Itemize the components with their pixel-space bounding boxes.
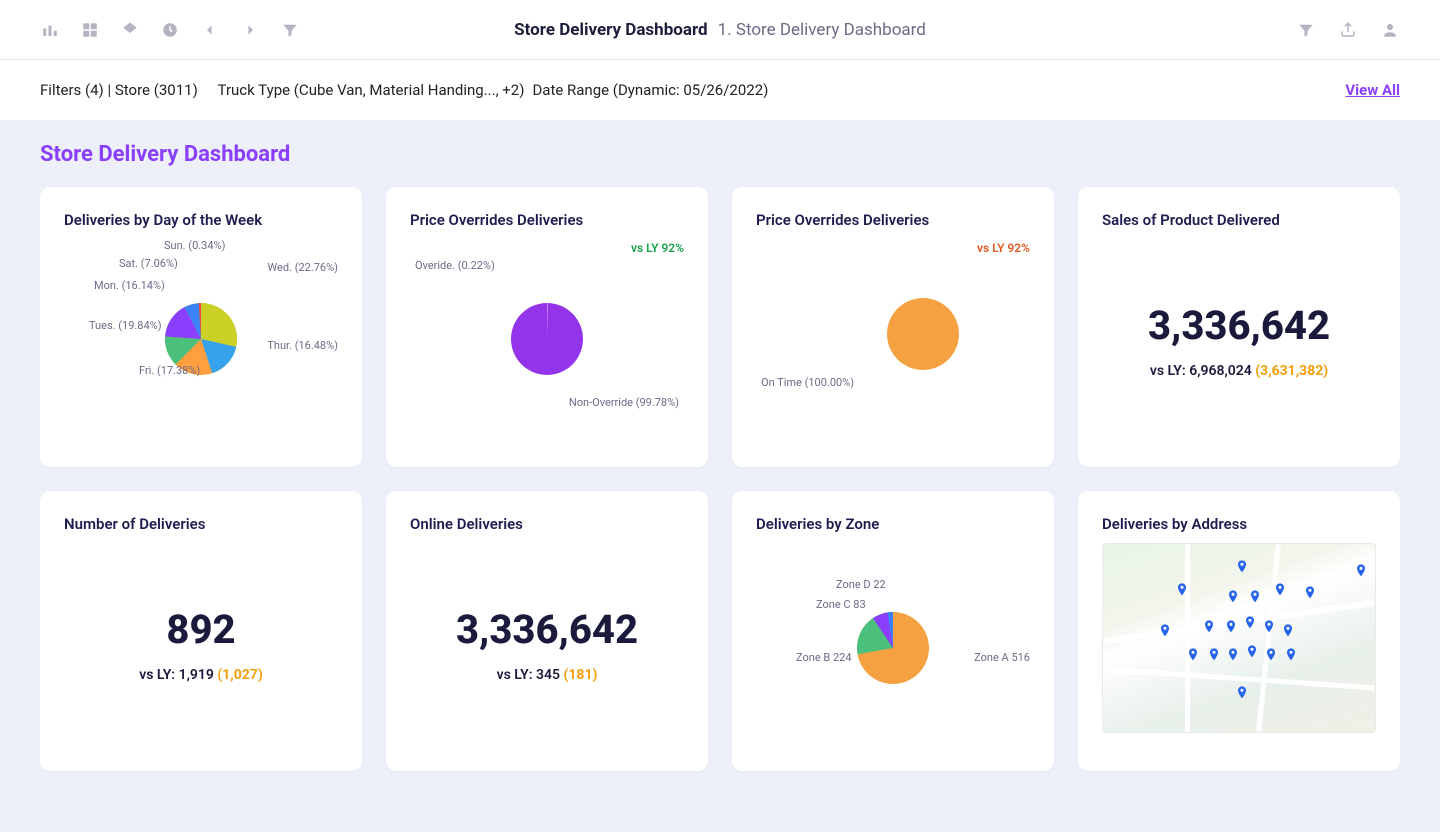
metric-box: 3,336,642 vs LY: 345 (181): [410, 543, 684, 745]
label-zone-b: Zone B 224: [796, 651, 852, 664]
card-title: Deliveries by Day of the Week: [64, 211, 338, 229]
filterbar-left: Filters (4) | Store (3011) Truck Type (C…: [40, 81, 768, 99]
metric-value: 3,336,642: [456, 606, 638, 653]
map-pin-icon: [1223, 619, 1239, 635]
map-pin-icon: [1247, 589, 1263, 605]
filter-right-icon[interactable]: [1296, 20, 1316, 40]
clock-icon[interactable]: [160, 20, 180, 40]
page-title: Store Delivery Dashboard: [40, 142, 1400, 167]
pie-chart-icon: [502, 294, 592, 384]
card-title: Price Overrides Deliveries: [756, 211, 1030, 229]
pie-override1: Overide. (0.22%) Non-Override (99.78%): [410, 239, 684, 419]
metric-sub-delta: (3,631,382): [1255, 363, 1328, 379]
share-icon[interactable]: [1338, 20, 1358, 40]
label-nonoverride: Non-Override (99.78%): [569, 396, 679, 409]
metric-value: 3,336,642: [1148, 302, 1330, 349]
map-pin-icon: [1234, 685, 1250, 701]
metric-box: 3,336,642 vs LY: 6,968,024 (3,631,382): [1102, 239, 1376, 441]
metric-box: 892 vs LY: 1,919 (1,027): [64, 543, 338, 745]
map-pin-icon: [1174, 582, 1190, 598]
topbar-left-icons: [40, 20, 300, 40]
topbar-right-icons: [1296, 20, 1400, 40]
map-pin-icon: [1201, 619, 1217, 635]
bar-chart-icon[interactable]: [40, 20, 60, 40]
filter-summary[interactable]: Filters (4) | Store (3011): [40, 81, 198, 99]
view-all-link[interactable]: View All: [1345, 81, 1400, 99]
label-thur: Thur. (16.48%): [267, 339, 338, 352]
map-pin-icon: [1353, 563, 1369, 579]
filter-icon[interactable]: [280, 20, 300, 40]
map-pin-icon: [1225, 647, 1241, 663]
map-pin-icon: [1244, 644, 1260, 660]
label-override: Overide. (0.22%): [415, 259, 495, 272]
card-deliveries-by-zone[interactable]: Deliveries by Zone Zone D 22 Zone C 83 Z…: [732, 491, 1054, 771]
card-title: Number of Deliveries: [64, 515, 338, 533]
label-mon: Mon. (16.14%): [94, 279, 165, 292]
card-sales-delivered[interactable]: Sales of Product Delivered 3,336,642 vs …: [1078, 187, 1400, 467]
metric-sub-prefix: vs LY: 345: [497, 667, 560, 683]
map-pin-icon: [1242, 615, 1258, 631]
tag-icon[interactable]: [120, 20, 140, 40]
filterbar: Filters (4) | Store (3011) Truck Type (C…: [0, 60, 1440, 120]
filter-date-range[interactable]: Date Range (Dynamic: 05/26/2022): [532, 81, 768, 99]
label-zone-c: Zone C 83: [816, 598, 866, 611]
card-price-override-1[interactable]: Price Overrides Deliveries vs LY 92% Ove…: [386, 187, 708, 467]
metric-sub-prefix: vs LY: 6,968,024: [1150, 363, 1252, 379]
header-title: Store Delivery Dashboard: [514, 20, 707, 40]
metric-sub-delta: (181): [563, 667, 597, 683]
map-pin-icon: [1157, 623, 1173, 639]
map-pin-icon: [1206, 647, 1222, 663]
pie-zone: Zone D 22 Zone C 83 Zone B 224 Zone A 51…: [756, 543, 1030, 723]
metric-sub-delta: (1,027): [217, 667, 262, 683]
card-title: Sales of Product Delivered: [1102, 211, 1376, 229]
card-title: Price Overrides Deliveries: [410, 211, 684, 229]
map-pin-icon: [1185, 647, 1201, 663]
label-sun: Sun. (0.34%): [164, 239, 225, 252]
metric-sub-prefix: vs LY: 1,919: [139, 667, 214, 683]
pie-dow: Sun. (0.34%) Wed. (22.76%) Sat. (7.06%) …: [64, 239, 338, 419]
label-sat: Sat. (7.06%): [119, 257, 178, 270]
card-price-override-2[interactable]: Price Overrides Deliveries vs LY 92% On …: [732, 187, 1054, 467]
map-pin-icon: [1283, 647, 1299, 663]
card-grid: Deliveries by Day of the Week Sun. (0.34…: [40, 187, 1400, 771]
label-wed: Wed. (22.76%): [267, 261, 338, 274]
metric-sub: vs LY: 1,919 (1,027): [139, 667, 263, 683]
card-title: Deliveries by Zone: [756, 515, 1030, 533]
label-zone-d: Zone D 22: [836, 578, 886, 591]
card-deliveries-by-address[interactable]: Deliveries by Address: [1078, 491, 1400, 771]
card-title: Online Deliveries: [410, 515, 684, 533]
content: Store Delivery Dashboard Deliveries by D…: [0, 120, 1440, 793]
label-ontime: On Time (100.00%): [761, 376, 854, 389]
map-pin-icon: [1280, 623, 1296, 639]
grid-icon[interactable]: [80, 20, 100, 40]
filter-truck-type[interactable]: Truck Type (Cube Van, Material Handing..…: [218, 81, 525, 99]
back-arrow-icon[interactable]: [200, 20, 220, 40]
map-pin-icon: [1225, 589, 1241, 605]
map-pin-icon: [1302, 585, 1318, 601]
pie-chart-icon: [848, 603, 938, 693]
header-subtitle: 1. Store Delivery Dashboard: [718, 20, 926, 40]
card-deliveries-by-dow[interactable]: Deliveries by Day of the Week Sun. (0.34…: [40, 187, 362, 467]
forward-arrow-icon[interactable]: [240, 20, 260, 40]
label-fri: Fri. (17.38%): [139, 364, 200, 377]
map-pin-icon: [1261, 619, 1277, 635]
card-online-deliveries[interactable]: Online Deliveries 3,336,642 vs LY: 345 (…: [386, 491, 708, 771]
pie-override2: On Time (100.00%): [756, 239, 1030, 419]
card-title: Deliveries by Address: [1102, 515, 1376, 533]
metric-value: 892: [166, 606, 235, 653]
map[interactable]: [1102, 543, 1376, 733]
pie-chart-icon: [878, 289, 968, 379]
map-pin-icon: [1234, 559, 1250, 575]
user-icon[interactable]: [1380, 20, 1400, 40]
map-pin-icon: [1263, 647, 1279, 663]
map-pin-icon: [1272, 582, 1288, 598]
card-number-deliveries[interactable]: Number of Deliveries 892 vs LY: 1,919 (1…: [40, 491, 362, 771]
metric-sub: vs LY: 6,968,024 (3,631,382): [1150, 363, 1328, 379]
label-zone-a: Zone A 516: [974, 651, 1030, 664]
label-tues: Tues. (19.84%): [89, 319, 162, 332]
topbar: Store Delivery Dashboard 1. Store Delive…: [0, 0, 1440, 60]
metric-sub: vs LY: 345 (181): [497, 667, 598, 683]
topbar-title: Store Delivery Dashboard 1. Store Delive…: [514, 20, 926, 40]
